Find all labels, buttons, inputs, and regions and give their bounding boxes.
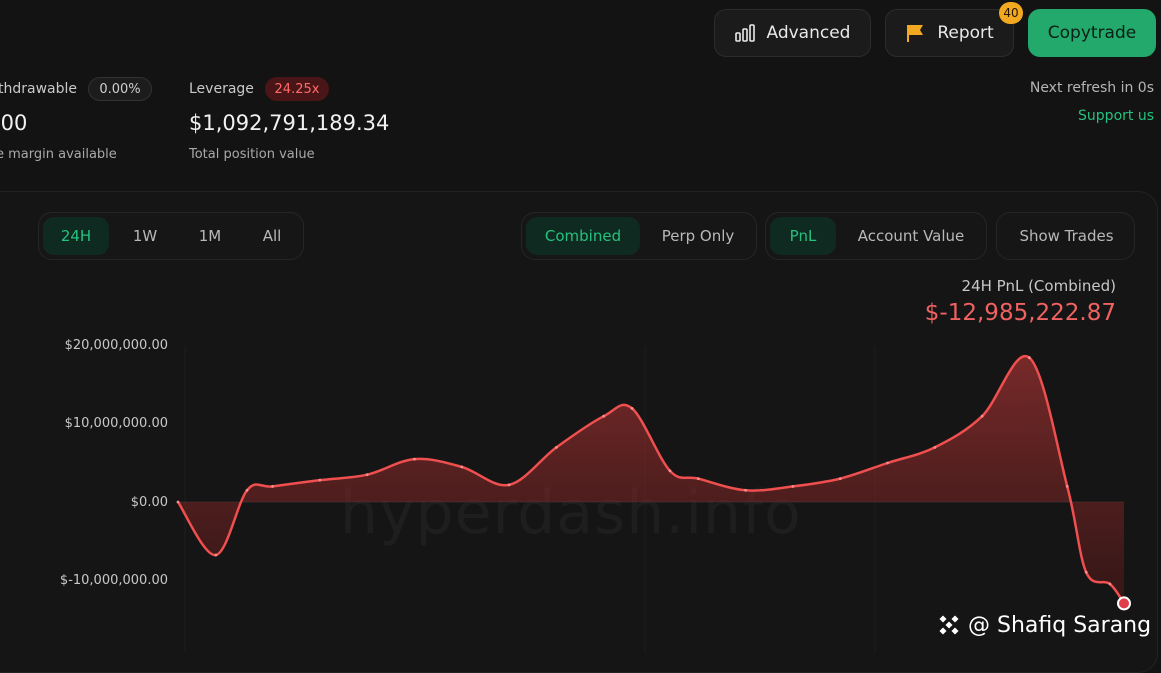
pnl-data-point (1028, 356, 1031, 360)
pnl-data-point (791, 485, 795, 488)
pnl-data-point (245, 488, 249, 492)
pnl-data-point (696, 477, 700, 480)
pnl-chart (176, 346, 1131, 653)
pnl-end-marker (1117, 596, 1131, 611)
pnl-data-point (413, 457, 416, 461)
pnl-data-point (460, 465, 464, 469)
pnl-data-point (602, 414, 606, 418)
binance-logo-icon (939, 615, 959, 635)
pnl-data-point (630, 407, 634, 410)
pnl-data-point (668, 469, 672, 473)
attribution-text: @ Shafiq Sarang (968, 612, 1152, 638)
pnl-data-point (1084, 570, 1088, 574)
pnl-data-point (271, 485, 274, 488)
pnl-data-point (176, 500, 180, 504)
pnl-data-point (838, 477, 842, 480)
pnl-data-point (507, 483, 511, 487)
pnl-data-point (1065, 485, 1069, 488)
attribution: @ Shafiq Sarang (936, 612, 1151, 638)
pnl-data-point (318, 478, 322, 482)
pnl-data-point (744, 488, 747, 492)
pnl-data-point (886, 461, 889, 465)
pnl-data-point (214, 553, 218, 557)
pnl-data-point (365, 473, 369, 477)
pnl-data-point (933, 446, 937, 449)
pnl-data-point (555, 446, 558, 449)
pnl-data-point (1108, 582, 1112, 586)
pnl-data-point (980, 414, 984, 418)
